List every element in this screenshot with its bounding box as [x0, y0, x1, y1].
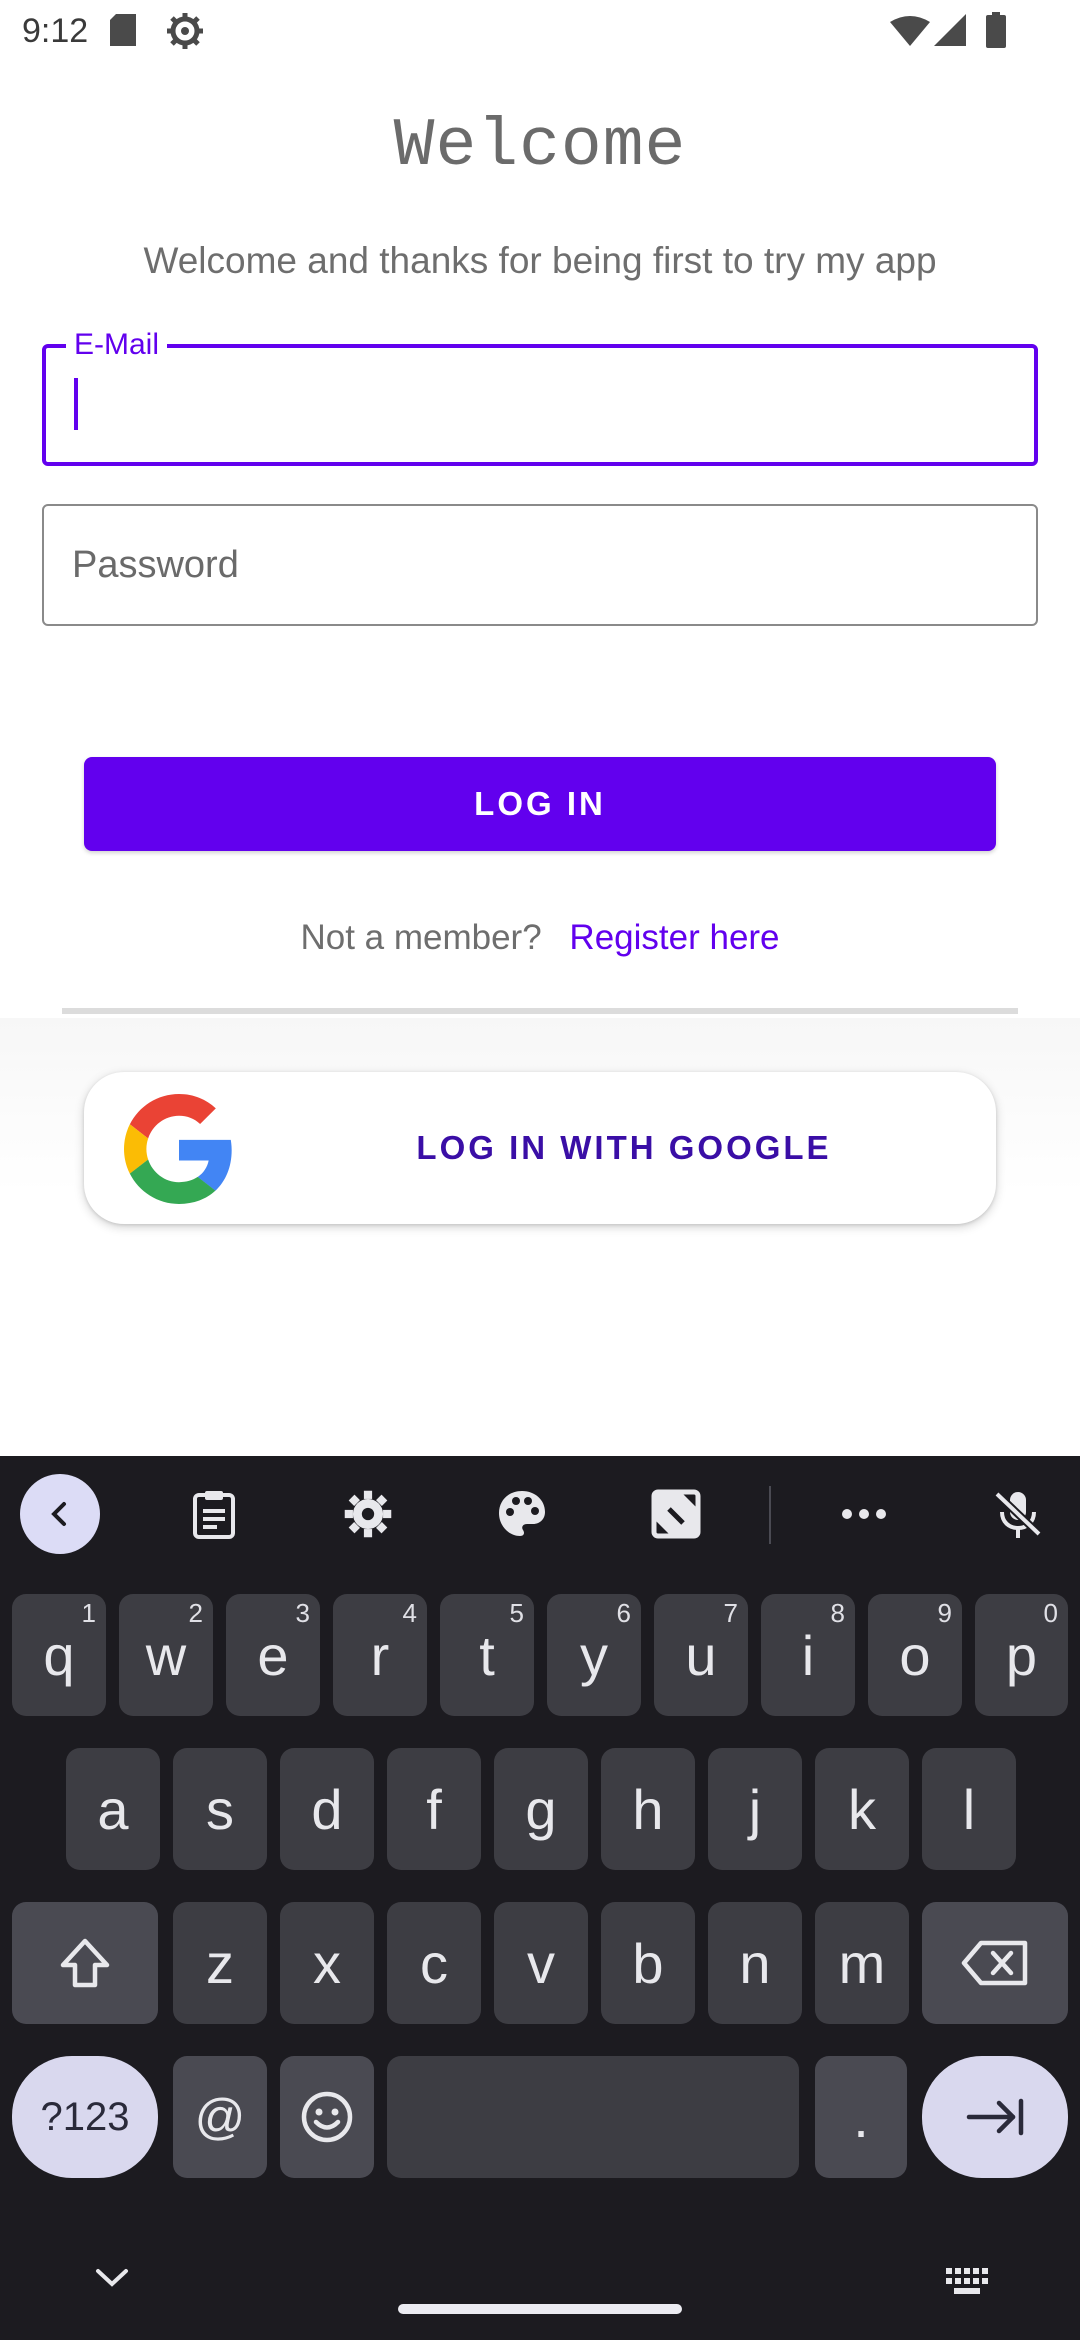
- divider: [62, 1008, 1018, 1014]
- sd-card-icon: [110, 14, 136, 46]
- register-row: Not a member? Register here: [0, 918, 1080, 958]
- mic-off-icon[interactable]: [978, 1474, 1058, 1554]
- key-v[interactable]: v: [494, 1902, 588, 2024]
- keyboard-switch-icon[interactable]: [946, 2268, 990, 2301]
- emoji-icon: [301, 2091, 353, 2143]
- next-arrow-icon: [966, 2098, 1024, 2136]
- key-z[interactable]: z: [173, 1902, 267, 2024]
- shift-key[interactable]: [12, 1902, 158, 2024]
- register-link[interactable]: Register here: [569, 918, 779, 957]
- toolbar-separator: [769, 1486, 771, 1544]
- status-time: 9:12: [22, 12, 89, 50]
- google-login-label: LOG IN WITH GOOGLE: [416, 1129, 832, 1166]
- soft-keyboard: q1 w2 e3 r4 t5 y6 u7 i8 o9 p0 a s d f g …: [0, 1456, 1080, 2340]
- key-s[interactable]: s: [173, 1748, 267, 1870]
- key-x[interactable]: x: [280, 1902, 374, 2024]
- google-login-button[interactable]: LOG IN WITH GOOGLE: [84, 1072, 996, 1224]
- key-q[interactable]: q1: [12, 1594, 106, 1716]
- key-j[interactable]: j: [708, 1748, 802, 1870]
- signal-icon: [934, 14, 966, 46]
- hide-keyboard-icon[interactable]: [92, 2266, 132, 2295]
- page-title: Welcome: [393, 108, 687, 185]
- settings-icon[interactable]: [328, 1474, 408, 1554]
- email-input[interactable]: [74, 348, 1014, 462]
- palette-icon[interactable]: [482, 1474, 562, 1554]
- at-key[interactable]: @: [173, 2056, 267, 2178]
- status-bar: 9:12: [0, 0, 1080, 64]
- backspace-key[interactable]: [922, 1902, 1068, 2024]
- key-f[interactable]: f: [387, 1748, 481, 1870]
- page-subtitle: Welcome and thanks for being first to tr…: [143, 240, 937, 281]
- key-e[interactable]: e3: [226, 1594, 320, 1716]
- password-input[interactable]: [72, 506, 1012, 624]
- settings-gear-icon: [166, 12, 204, 50]
- emoji-key[interactable]: [280, 2056, 374, 2178]
- register-prompt: Not a member?: [300, 918, 542, 957]
- key-p[interactable]: p0: [975, 1594, 1068, 1716]
- wifi-icon: [890, 16, 930, 46]
- key-o[interactable]: o9: [868, 1594, 962, 1716]
- key-w[interactable]: w2: [119, 1594, 213, 1716]
- email-field[interactable]: [42, 344, 1038, 466]
- password-field[interactable]: [42, 504, 1038, 626]
- key-a[interactable]: a: [66, 1748, 160, 1870]
- key-u[interactable]: u7: [654, 1594, 748, 1716]
- clipboard-icon[interactable]: [174, 1474, 254, 1554]
- more-icon[interactable]: [824, 1474, 904, 1554]
- key-l[interactable]: l: [922, 1748, 1016, 1870]
- backspace-icon: [961, 1940, 1028, 1986]
- key-m[interactable]: m: [815, 1902, 909, 2024]
- email-field-label: E-Mail: [66, 328, 168, 362]
- key-b[interactable]: b: [601, 1902, 695, 2024]
- key-d[interactable]: d: [280, 1748, 374, 1870]
- key-c[interactable]: c: [387, 1902, 481, 2024]
- key-i[interactable]: i8: [761, 1594, 855, 1716]
- next-key[interactable]: [922, 2056, 1068, 2178]
- key-r[interactable]: r4: [333, 1594, 427, 1716]
- back-icon[interactable]: [20, 1474, 100, 1554]
- symbols-key[interactable]: ?123: [12, 2056, 158, 2178]
- shift-icon: [60, 1938, 110, 1988]
- key-t[interactable]: t5: [440, 1594, 534, 1716]
- key-g[interactable]: g: [494, 1748, 588, 1870]
- space-key[interactable]: [387, 2056, 799, 2178]
- key-n[interactable]: n: [708, 1902, 802, 2024]
- google-logo-icon: [124, 1094, 234, 1209]
- period-key[interactable]: .: [815, 2056, 907, 2178]
- login-button[interactable]: LOG IN: [84, 757, 996, 851]
- battery-icon: [986, 12, 1006, 48]
- key-y[interactable]: y6: [547, 1594, 641, 1716]
- key-h[interactable]: h: [601, 1748, 695, 1870]
- one-handed-icon[interactable]: [636, 1474, 716, 1554]
- home-indicator[interactable]: [398, 2304, 682, 2314]
- text-cursor: [74, 378, 78, 430]
- key-k[interactable]: k: [815, 1748, 909, 1870]
